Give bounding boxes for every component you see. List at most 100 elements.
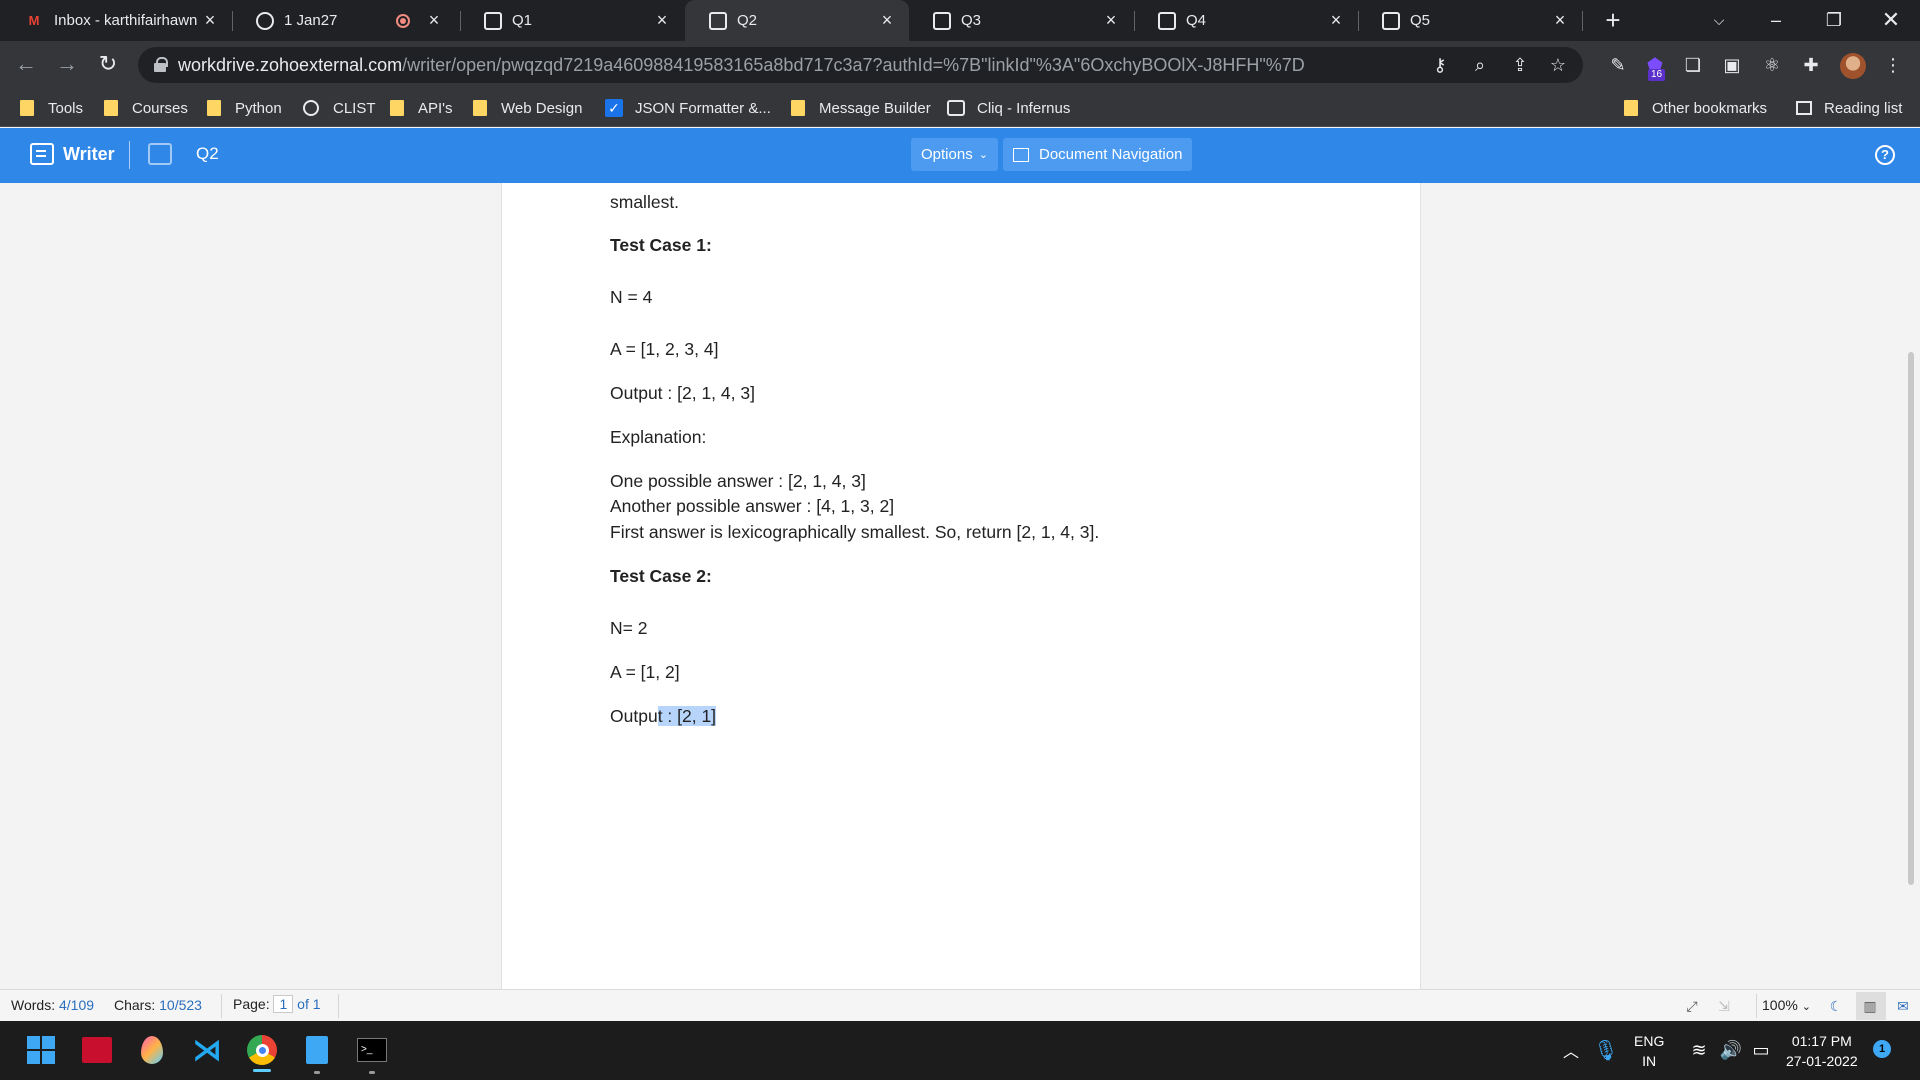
reload-button[interactable]: ↻	[92, 49, 124, 81]
night-mode-icon[interactable]: ☾	[1826, 996, 1846, 1016]
windows-start-icon[interactable]	[23, 1032, 59, 1068]
running-app-indicator	[314, 1071, 320, 1074]
tab-q3[interactable]: Q3 ×	[909, 0, 1133, 41]
bookmark-web-design[interactable]: Web Design	[473, 97, 582, 119]
window-extension-icon[interactable]: ▣	[1719, 53, 1745, 79]
doc-line: A = [1, 2, 3, 4]	[610, 339, 719, 359]
clock-time: 01:17 PM	[1791, 1033, 1852, 1049]
tab-q1[interactable]: Q1 ×	[460, 0, 684, 41]
word-count: Words: 4/109	[11, 997, 94, 1013]
selected-text: t : [2, 1]	[657, 706, 717, 726]
doc-line: A = [1, 2]	[610, 662, 680, 682]
divider	[338, 994, 339, 1018]
char-count: Chars: 10/523	[114, 997, 202, 1013]
tab-q4[interactable]: Q4 ×	[1134, 0, 1358, 41]
folder-icon	[104, 100, 118, 116]
reading-list[interactable]: Reading list	[1796, 97, 1902, 119]
message-icon[interactable]: ✉	[1893, 996, 1913, 1016]
puzzle-extension-icon[interactable]: ✚	[1798, 53, 1824, 79]
page-number-input[interactable]: 1	[273, 995, 294, 1013]
wifi-icon[interactable]: ≋	[1681, 1032, 1717, 1068]
close-icon[interactable]: ×	[424, 10, 444, 31]
close-icon[interactable]: ×	[1326, 10, 1346, 31]
drop-icon[interactable]	[134, 1032, 170, 1068]
chevron-down-icon: ⌄	[978, 149, 988, 161]
minimize-button[interactable]: –	[1752, 0, 1800, 41]
bookmark-cliq[interactable]: Cliq - Infernus	[947, 97, 1070, 119]
bookmark-apis[interactable]: API's	[390, 97, 453, 119]
copy-extension-icon[interactable]: ❏	[1680, 53, 1706, 79]
doc-line: Output : [2, 1]	[610, 706, 717, 727]
test-case-heading: Test Case 1:	[610, 235, 712, 255]
divider	[221, 994, 222, 1018]
url-text[interactable]: workdrive.zohoexternal.com/writer/open/p…	[178, 55, 1305, 76]
bookmark-message-builder[interactable]: Message Builder	[791, 97, 931, 119]
tab-search-icon[interactable]: ⌵	[1695, 0, 1743, 41]
folder-icon	[390, 100, 404, 116]
app-name[interactable]: Writer	[63, 144, 115, 165]
battery-icon[interactable]: ▭	[1743, 1032, 1779, 1068]
vscode-icon[interactable]: ⋊	[189, 1032, 225, 1068]
bookmark-other[interactable]: Other bookmarks	[1624, 97, 1767, 119]
url-host: workdrive.zohoexternal.com	[178, 55, 403, 75]
restore-button[interactable]: ❐	[1810, 0, 1858, 41]
tab-title: Q3	[961, 12, 982, 29]
options-button[interactable]: Options ⌄	[911, 138, 998, 171]
tab-q5[interactable]: Q5 ×	[1358, 0, 1582, 41]
page-label: Page:	[233, 996, 270, 1012]
bookmark-label: Message Builder	[819, 99, 931, 117]
help-icon[interactable]: ?	[1875, 145, 1895, 165]
tab-inbox[interactable]: M Inbox - karthifairhawn ×	[0, 0, 232, 41]
divider	[129, 141, 130, 169]
tab-title: 1 Jan27	[284, 12, 338, 29]
star-icon[interactable]: ☆	[1546, 54, 1570, 78]
chrome-icon[interactable]	[244, 1032, 280, 1068]
zoom-dropdown[interactable]: 100% ⌄	[1762, 997, 1811, 1013]
tab-1-jan27[interactable]: 1 Jan27 ×	[232, 0, 456, 41]
zoom-icon[interactable]: ⌕	[1468, 54, 1492, 78]
close-icon[interactable]: ×	[200, 10, 220, 31]
key-icon[interactable]: ⚷	[1428, 54, 1452, 78]
notepad-icon[interactable]	[299, 1032, 335, 1068]
notification-badge[interactable]: 1	[1873, 1040, 1891, 1058]
profile-avatar[interactable]	[1840, 53, 1866, 79]
bookmark-json-formatter[interactable]: ✓ JSON Formatter &...	[605, 97, 771, 119]
pen-extension-icon[interactable]: ✎	[1605, 53, 1631, 79]
bookmark-label: Tools	[48, 99, 84, 117]
doc-line: Another possible answer : [4, 1, 3, 2]	[610, 496, 895, 516]
app-red-icon[interactable]	[79, 1032, 115, 1068]
fit-page-icon[interactable]: ⇲	[1714, 996, 1734, 1016]
chevron-up-icon[interactable]: ︿	[1553, 1032, 1589, 1068]
back-button[interactable]: ←	[10, 49, 42, 81]
terminal-icon[interactable]: >_	[354, 1032, 390, 1068]
bookmark-python[interactable]: Python	[207, 97, 282, 119]
doc-line: Explanation:	[610, 427, 707, 447]
forward-button[interactable]: →	[51, 49, 83, 81]
menu-icon[interactable]: ⋮	[1880, 53, 1906, 79]
language-indicator[interactable]: ENG IN	[1634, 1031, 1664, 1071]
close-icon[interactable]: ×	[877, 10, 897, 31]
clock[interactable]: 01:17 PM 27-01-2022	[1786, 1031, 1858, 1071]
fullscreen-icon[interactable]: ⤢	[1682, 996, 1702, 1016]
zoho-writer-icon	[1158, 11, 1176, 30]
page-view-icon[interactable]: ▥	[1860, 996, 1880, 1016]
share-icon[interactable]: ⇪	[1508, 54, 1532, 78]
address-bar[interactable]: workdrive.zohoexternal.com/writer/open/p…	[138, 47, 1583, 83]
active-app-indicator	[253, 1069, 271, 1072]
bookmark-clist[interactable]: CLIST	[303, 97, 376, 119]
bookmark-courses[interactable]: Courses	[104, 97, 188, 119]
extension-badge: 16	[1648, 69, 1666, 81]
react-extension-icon[interactable]: ⚛	[1759, 53, 1785, 79]
close-window-button[interactable]: ✕	[1867, 0, 1915, 41]
microphone-icon[interactable]: 🎙	[1588, 1032, 1624, 1068]
new-tab-button[interactable]: +	[1598, 6, 1628, 36]
close-icon[interactable]: ×	[652, 10, 672, 31]
zoom-value: 100%	[1762, 997, 1798, 1013]
bookmark-tools[interactable]: Tools	[20, 97, 83, 119]
close-icon[interactable]: ×	[1101, 10, 1121, 31]
vertical-scrollbar[interactable]	[1908, 352, 1914, 885]
document-navigation-button[interactable]: Document Navigation	[1003, 138, 1193, 171]
tab-q2[interactable]: Q2 ×	[685, 0, 909, 41]
close-icon[interactable]: ×	[1550, 10, 1570, 31]
bookmark-label: Web Design	[501, 99, 583, 117]
